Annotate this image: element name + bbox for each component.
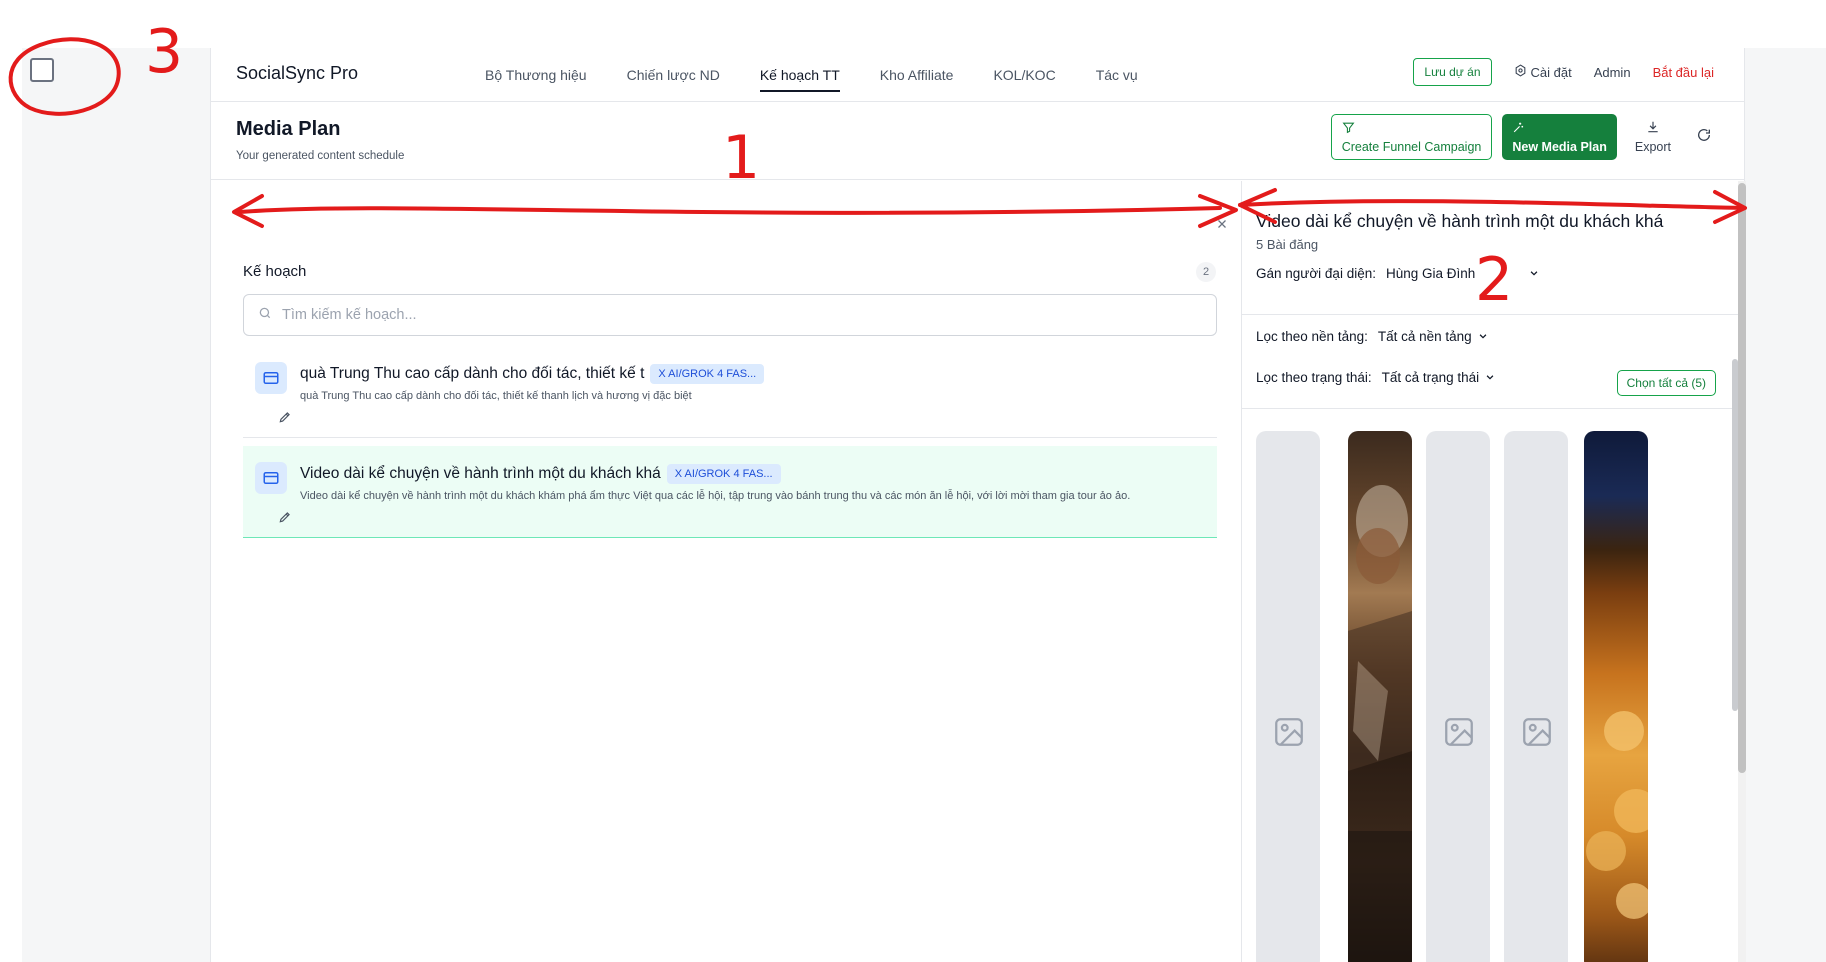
elderly-man-photo (1348, 485, 1412, 962)
plan-title: quà Trung Thu cao cấp dành cho đối tác, … (300, 364, 765, 384)
post-card-image[interactable] (1348, 431, 1412, 962)
status-filter-value: Tất cả trạng thái (1381, 370, 1480, 385)
page-title: Media Plan (236, 118, 341, 140)
edit-plan-button[interactable] (278, 510, 292, 529)
plan-detail-panel: Video dài kể chuyện về hành trình một du… (1241, 181, 1746, 962)
pencil-icon (278, 511, 292, 528)
post-card[interactable] (1504, 431, 1568, 962)
page-header: Media Plan Your generated content schedu… (211, 102, 1744, 180)
brand-title: SocialSync Pro (236, 63, 359, 83)
settings-link[interactable]: Cài đặt (1514, 64, 1572, 80)
pencil-icon (278, 411, 292, 428)
nav-actions: Lưu dự án Cài đặt Admin Bắt đầu lại (1413, 58, 1714, 86)
platform-filter-label: Lọc theo nền tảng: (1256, 329, 1368, 344)
plan-detail-title: Video dài kể chuyện về hành trình một du… (1256, 211, 1664, 231)
outer-right-background (1745, 48, 1826, 962)
plan-title-text: quà Trung Thu cao cấp dành cho đối tác, … (300, 365, 645, 383)
refresh-icon (1696, 127, 1712, 148)
post-cards-grid (1256, 431, 1716, 962)
tab-kol-koc[interactable]: KOL/KOC (973, 48, 1075, 102)
plan-list-item-selected[interactable]: Video dài kể chuyện về hành trình một du… (243, 446, 1217, 538)
image-placeholder-icon (1520, 715, 1554, 754)
status-filter-label: Lọc theo trạng thái: (1256, 370, 1372, 385)
download-icon (1646, 120, 1660, 137)
new-media-plan-button[interactable]: New Media Plan (1502, 114, 1617, 160)
status-filter-select[interactable]: Tất cả trạng thái (1382, 370, 1496, 385)
assign-persona-label: Gán người đại diện: (1256, 266, 1376, 281)
platform-filter-row: Lọc theo nền tảng: Tất cả nền tảng (1256, 329, 1488, 344)
plan-card-icon (255, 362, 287, 394)
status-filter-row: Lọc theo trạng thái: Tất cả trạng thái (1256, 370, 1495, 385)
plan-title: Video dài kể chuyện về hành trình một du… (300, 464, 781, 484)
plan-detail-header: Video dài kể chuyện về hành trình một du… (1242, 181, 1746, 315)
plan-list-item[interactable]: quà Trung Thu cao cấp dành cho đối tác, … (243, 346, 1217, 438)
close-icon (1216, 217, 1228, 234)
edit-plan-button[interactable] (278, 410, 292, 429)
plans-panel: Kế hoạch 2 quà Trung Thu cao cấp dành ch… (211, 181, 1241, 962)
tab-brand-kit[interactable]: Bộ Thương hiệu (465, 48, 607, 102)
assign-persona-row: Gán người đại diện: Hùng Gia Đình (1256, 266, 1539, 281)
main-tabs: Bộ Thương hiệu Chiến lược ND Kế hoạch TT… (465, 48, 1158, 102)
plan-model-badge: X AI/GROK 4 FAS... (650, 364, 765, 384)
refresh-button[interactable] (1689, 122, 1719, 152)
export-button[interactable]: Export (1627, 115, 1679, 159)
save-project-button[interactable]: Lưu dự án (1413, 58, 1492, 86)
plans-count-badge: 2 (1196, 262, 1216, 282)
image-placeholder-icon (1442, 715, 1476, 754)
header-actions: Create Funnel Campaign New Media Plan Ex… (1330, 114, 1719, 160)
funnel-icon (1342, 121, 1482, 137)
tab-content-strategy[interactable]: Chiến lược ND (607, 48, 740, 102)
page-checkbox[interactable] (30, 58, 54, 82)
close-panel-button[interactable] (1216, 217, 1228, 235)
admin-link[interactable]: Admin (1594, 65, 1631, 80)
assign-persona-value: Hùng Gia Đình (1385, 266, 1476, 281)
top-nav: SocialSync Pro Bộ Thương hiệu Chiến lược… (211, 48, 1744, 102)
new-media-plan-label: New Media Plan (1512, 139, 1607, 154)
plan-card-icon (255, 462, 287, 494)
tab-tasks[interactable]: Tác vụ (1076, 48, 1158, 102)
plan-title-text: Video dài kể chuyện về hành trình một du… (300, 465, 661, 483)
plans-heading: Kế hoạch (243, 263, 307, 280)
settings-label: Cài đặt (1530, 64, 1572, 80)
chevron-down-icon (1529, 266, 1539, 281)
tab-affiliate[interactable]: Kho Affiliate (860, 48, 974, 102)
restart-link[interactable]: Bắt đầu lại (1653, 65, 1714, 80)
create-funnel-button[interactable]: Create Funnel Campaign (1330, 114, 1493, 160)
chevron-down-icon (1485, 370, 1495, 385)
app-window: SocialSync Pro Bộ Thương hiệu Chiến lược… (210, 48, 1746, 962)
plan-description: Video dài kể chuyện về hành trình một du… (300, 490, 1131, 502)
mooncake-photo (1586, 711, 1648, 919)
plan-model-badge: X AI/GROK 4 FAS... (666, 464, 781, 484)
plan-description: quà Trung Thu cao cấp dành cho đối tác, … (300, 390, 692, 402)
magic-wand-icon (1512, 121, 1606, 137)
platform-filter-select[interactable]: Tất cả nền tảng (1378, 329, 1488, 344)
select-all-button[interactable]: Chọn tất cả (5) (1616, 370, 1716, 396)
chevron-down-icon (1478, 329, 1488, 344)
post-card[interactable] (1256, 431, 1320, 962)
detail-scrollbar-track[interactable] (1738, 181, 1746, 962)
plan-search-box (243, 294, 1217, 336)
plan-filters: Lọc theo nền tảng: Tất cả nền tảng Lọc t… (1242, 315, 1746, 409)
outer-left-background (22, 48, 210, 962)
post-card[interactable] (1426, 431, 1490, 962)
platform-filter-value: Tất cả nền tảng (1377, 329, 1472, 344)
detail-scrollbar-thumb[interactable] (1738, 183, 1746, 773)
image-placeholder-icon (1272, 715, 1306, 754)
post-count: 5 Bài đăng (1256, 237, 1319, 252)
settings-icon (1514, 64, 1527, 80)
export-label: Export (1634, 140, 1671, 154)
page-subtitle: Your generated content schedule (236, 150, 405, 162)
plan-search-input[interactable] (282, 307, 1182, 323)
create-funnel-label: Create Funnel Campaign (1341, 139, 1482, 154)
post-card-image[interactable] (1584, 431, 1648, 962)
search-icon (258, 306, 272, 325)
assign-persona-select[interactable]: Hùng Gia Đình (1386, 266, 1539, 281)
tab-media-plan[interactable]: Kế hoạch TT (740, 48, 860, 102)
